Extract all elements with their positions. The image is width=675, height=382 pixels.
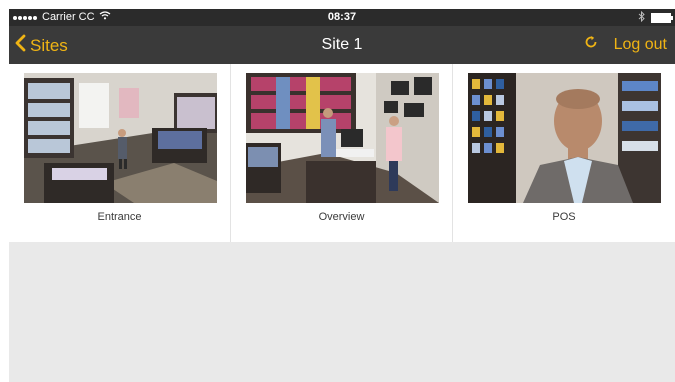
navigation-bar: Sites Site 1 Log out — [9, 26, 675, 64]
page-title: Site 1 — [321, 36, 363, 53]
camera-label: POS — [552, 211, 576, 223]
camera-tile-pos[interactable]: POS — [453, 64, 675, 242]
camera-thumbnail-overview[interactable] — [246, 73, 439, 203]
camera-label: Entrance — [97, 211, 142, 223]
bluetooth-icon — [638, 10, 645, 25]
camera-tile-overview[interactable]: Overview — [231, 64, 453, 242]
status-bar: Carrier CC 08:37 — [9, 9, 675, 26]
empty-content-area — [9, 242, 675, 382]
nav-actions: Log out — [584, 35, 667, 54]
camera-tile-entrance[interactable]: Entrance — [9, 64, 231, 242]
camera-thumbnail-entrance[interactable] — [24, 73, 217, 203]
camera-grid: Entrance Overview POS — [9, 64, 675, 242]
status-time: 08:37 — [327, 11, 357, 23]
camera-thumbnail-pos[interactable] — [468, 73, 661, 203]
refresh-icon[interactable] — [584, 35, 598, 54]
battery-icon — [651, 13, 673, 23]
app-frame: Carrier CC 08:37 Sites Site 1 Log out En… — [9, 9, 675, 382]
camera-label: Overview — [318, 211, 365, 223]
status-right — [638, 10, 673, 25]
logout-button[interactable]: Log out — [614, 36, 667, 54]
